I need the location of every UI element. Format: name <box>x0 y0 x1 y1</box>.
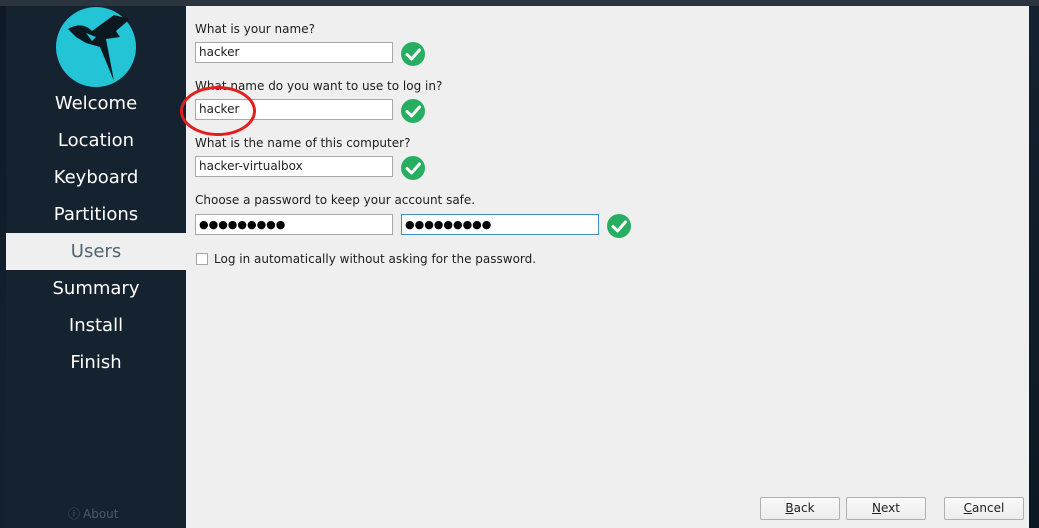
users-page: What is your name? hacker What name do y… <box>186 6 1029 528</box>
name-valid-check-icon <box>401 42 425 66</box>
hostname-field[interactable]: hacker-virtualbox <box>195 156 393 177</box>
back-mnemonic: B <box>785 501 794 515</box>
sidebar-item-finish[interactable]: Finish <box>6 344 186 381</box>
parrot-logo <box>56 7 136 87</box>
about-label: About <box>83 507 119 521</box>
next-button[interactable]: Next <box>846 497 926 520</box>
cancel-button[interactable]: Cancel <box>944 497 1024 520</box>
login-name-field[interactable]: hacker <box>195 99 393 120</box>
sidebar-item-location[interactable]: Location <box>6 122 186 159</box>
back-label: ack <box>793 501 815 515</box>
sidebar-item-summary[interactable]: Summary <box>6 270 186 307</box>
sidebar-item-users[interactable]: Users <box>6 233 186 270</box>
login-valid-check-icon <box>401 99 425 123</box>
autologin-label: Log in automatically without asking for … <box>214 252 537 266</box>
name-question: What is your name? <box>195 22 315 36</box>
sidebar-item-keyboard[interactable]: Keyboard <box>6 159 186 196</box>
hostname-valid-check-icon <box>401 156 425 180</box>
cancel-label: ancel <box>972 501 1005 515</box>
password-question: Choose a password to keep your account s… <box>195 193 476 207</box>
cancel-mnemonic: C <box>963 501 973 515</box>
sidebar-item-install[interactable]: Install <box>6 307 186 344</box>
login-question: What name do you want to use to log in? <box>195 79 443 93</box>
sidebar-item-welcome[interactable]: Welcome <box>6 85 186 122</box>
installer-sidebar: Welcome Location Keyboard Partitions Use… <box>6 6 186 528</box>
full-name-field[interactable]: hacker <box>195 42 393 63</box>
sidebar-item-partitions[interactable]: Partitions <box>6 196 186 233</box>
password-field[interactable]: ●●●●●●●●● <box>195 214 393 235</box>
info-icon: ⓘ <box>68 507 81 521</box>
about-link[interactable]: ⓘ About <box>68 505 119 522</box>
back-button[interactable]: Back <box>760 497 840 520</box>
computer-question: What is the name of this computer? <box>195 136 411 150</box>
autologin-checkbox[interactable] <box>196 253 208 265</box>
password-confirm-field[interactable]: ●●●●●●●●● <box>401 214 599 235</box>
next-mnemonic: N <box>872 501 881 515</box>
next-label: ext <box>881 501 900 515</box>
password-valid-check-icon <box>607 214 631 238</box>
